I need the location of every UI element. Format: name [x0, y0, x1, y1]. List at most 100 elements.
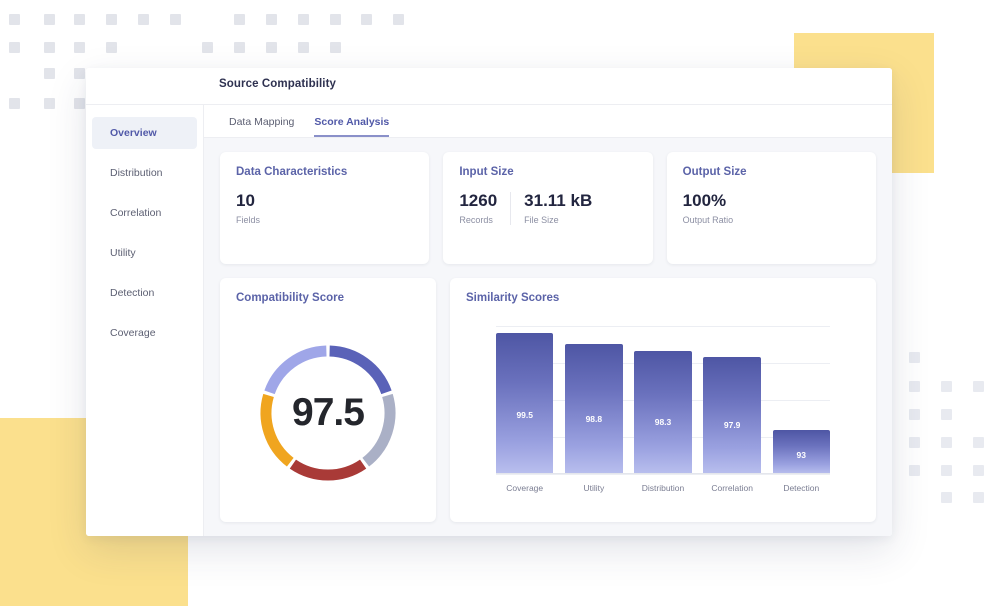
bar-coverage[interactable]: 99.5 Coverage: [496, 333, 554, 493]
decorative-square: [44, 98, 55, 109]
donut-chart-wrapper: 97.5: [236, 318, 420, 508]
decorative-square: [44, 14, 55, 25]
decorative-square: [298, 42, 309, 53]
window-titlebar: Source Compatibility: [86, 68, 892, 105]
window-body: Overview Distribution Correlation Utility De…: [86, 105, 892, 536]
card-title: Compatibility Score: [236, 292, 344, 304]
decorative-square: [234, 42, 245, 53]
stat-card-data-characteristics: Data Characteristics 10 Fields: [220, 152, 430, 264]
decorative-square: [74, 98, 85, 109]
stat-label: Records: [459, 214, 493, 225]
decorative-square: [909, 381, 920, 392]
bar-detection[interactable]: 93 Detection: [772, 429, 830, 493]
bar-chart-axis: [496, 473, 830, 474]
stat-card-input-size: Input Size 1260 Records 31.11 kB File Size: [443, 152, 653, 264]
stat-group: 1260 Records 31.11 kB File Size: [459, 191, 636, 225]
decorative-square: [973, 492, 984, 503]
decorative-square: [973, 437, 984, 448]
bar-slot: 98.3 Distribution: [634, 326, 692, 493]
stat-value: 1260: [459, 191, 498, 210]
decorative-square: [74, 42, 85, 53]
stat: 100% Output Ratio: [682, 191, 734, 224]
decorative-square: [44, 42, 55, 53]
decorative-square: [909, 437, 920, 448]
tab-data-mapping[interactable]: Data Mapping: [229, 116, 294, 137]
card-title: Similarity Scores: [466, 292, 560, 304]
decorative-square: [909, 352, 920, 363]
bar-value-label: 93: [796, 450, 807, 461]
stat-value: 31.11 kB: [524, 191, 593, 210]
stat: 1260 Records: [459, 191, 498, 225]
stat-group: 100% Output Ratio: [682, 191, 860, 224]
bar-slot: 98.8 Utility: [565, 326, 623, 493]
sidebar: Overview Distribution Correlation Utility De…: [86, 105, 204, 536]
sidebar-item-correlation[interactable]: Correlation: [92, 197, 197, 229]
bar-value-label: 99.5: [516, 409, 533, 420]
stat-card-output-size: Output Size 100% Output Ratio: [666, 152, 876, 264]
dashboard-cards: Data Characteristics 10 Fields Input Size 12…: [204, 138, 892, 536]
tab-score-analysis[interactable]: Score Analysis: [314, 116, 390, 137]
bar-correlation[interactable]: 97.9 Correlation: [703, 357, 761, 493]
decorative-square: [941, 465, 952, 476]
compatibility-score-value: 97.5: [292, 391, 365, 434]
stat-label: Fields: [236, 214, 261, 225]
bar-value-label: 98.8: [585, 414, 603, 425]
sidebar-item-label: Correlation: [110, 207, 162, 219]
screen-canvas: Source Compatibility Overview Distributio…: [0, 0, 986, 606]
decorative-square: [106, 42, 117, 53]
decorative-square: [298, 14, 309, 25]
decorative-square: [138, 14, 149, 25]
donut-segment-1: [329, 345, 392, 395]
decorative-square: [393, 14, 404, 25]
bar-value-label: 98.3: [654, 417, 672, 428]
decorative-square: [44, 68, 55, 79]
bar-utility[interactable]: 98.8 Utility: [565, 343, 623, 493]
chart-card-row: Compatibility Score 97.5 Similarity Scor…: [220, 278, 876, 522]
bar-value-label: 97.9: [723, 419, 741, 430]
page-title: Source Compatibility: [219, 78, 337, 90]
stat-group: 10 Fields: [236, 191, 413, 225]
bar-chart-plot: 99.5 Coverage 98.8 Utility 98.3 Distribution 9…: [496, 326, 830, 493]
decorative-square: [330, 42, 341, 53]
sidebar-item-utility[interactable]: Utility: [92, 237, 197, 269]
decorative-square: [234, 14, 245, 25]
decorative-square: [941, 492, 952, 503]
bar-slot: 99.5 Coverage: [496, 326, 554, 493]
donut-segment-3: [289, 459, 367, 481]
stat: 10 Fields: [236, 191, 261, 225]
application-window: Source Compatibility Overview Distributio…: [86, 68, 892, 536]
bar-chart-wrapper: 99.5 Coverage 98.8 Utility 98.3 Distribution 9…: [466, 318, 860, 508]
sidebar-item-coverage[interactable]: Coverage: [92, 317, 197, 349]
decorative-square: [909, 465, 920, 476]
decorative-square: [909, 409, 920, 420]
stat-value: 100%: [682, 191, 727, 210]
sidebar-item-label: Distribution: [110, 167, 163, 179]
card-title: Input Size: [459, 166, 514, 178]
tab-label: Score Analysis: [314, 116, 390, 128]
donut-chart: 97.5: [253, 338, 403, 488]
bar-chart-bars: 99.5 Coverage 98.8 Utility 98.3 Distribution 9…: [496, 326, 830, 493]
gridline: [496, 474, 830, 475]
sidebar-item-overview[interactable]: Overview: [92, 117, 197, 149]
main-content: Data Mapping Score Analysis Data Characte…: [204, 105, 892, 536]
decorative-square: [202, 42, 213, 53]
decorative-square: [74, 14, 85, 25]
tab-bar: Data Mapping Score Analysis: [204, 105, 892, 138]
decorative-square: [170, 14, 181, 25]
donut-segment-5: [264, 345, 327, 395]
similarity-scores-card: Similarity Scores 99.5 Coverage 98.8 Utilit…: [450, 278, 876, 522]
stat: 31.11 kB File Size: [510, 191, 593, 225]
sidebar-item-label: Overview: [110, 127, 157, 139]
decorative-square: [106, 14, 117, 25]
card-title: Data Characteristics: [236, 166, 348, 178]
card-title: Output Size: [682, 166, 747, 178]
decorative-square: [941, 381, 952, 392]
sidebar-item-detection[interactable]: Detection: [92, 277, 197, 309]
bar-distribution[interactable]: 98.3 Distribution: [634, 351, 692, 493]
sidebar-item-distribution[interactable]: Distribution: [92, 157, 197, 189]
bar-category-label: Detection: [783, 483, 820, 493]
stat-label: File Size: [524, 214, 559, 225]
stat-value: 10: [236, 191, 255, 210]
decorative-square: [361, 14, 372, 25]
decorative-square: [266, 14, 277, 25]
